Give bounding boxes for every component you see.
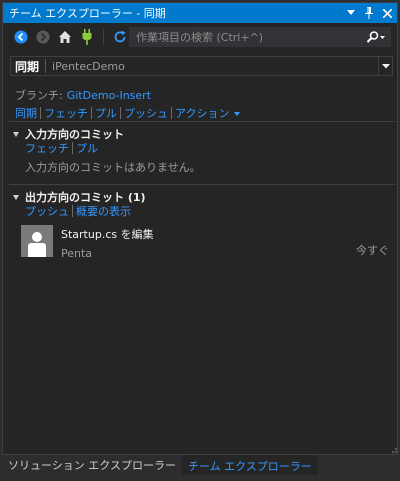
fetch-link[interactable]: フェッチ (44, 105, 88, 121)
search-icon[interactable] (362, 28, 390, 46)
back-icon[interactable] (11, 27, 31, 47)
forward-icon[interactable] (33, 27, 53, 47)
view-summary-link[interactable]: 概要の表示 (76, 203, 131, 219)
section-divider (9, 184, 395, 185)
panel-toolbar (3, 25, 397, 49)
collapse-arrow-icon[interactable] (13, 131, 19, 137)
page-title-separator (45, 59, 47, 73)
commit-message: Startup.cs を編集 (61, 228, 154, 241)
team-explorer-panel: チーム エクスプローラー - 同期 作業項目の検索 (Ctrl+^) 同期 iP… (2, 2, 398, 455)
outgoing-push-link[interactable]: プッシュ (25, 203, 69, 219)
resize-grip-icon[interactable] (388, 444, 398, 454)
incoming-links: フェッチ プル (25, 140, 98, 156)
commit-info: Startup.cs を編集 Penta (61, 225, 393, 261)
branch-link[interactable]: GitDemo-Insert (67, 89, 151, 102)
branch-label: ブランチ: (15, 89, 63, 102)
sync-link[interactable]: 同期 (15, 105, 37, 121)
close-icon[interactable] (379, 5, 395, 21)
toolbar-separator (103, 29, 104, 45)
connect-icon[interactable] (77, 27, 97, 47)
section-divider (9, 121, 395, 122)
incoming-fetch-link[interactable]: フェッチ (25, 140, 69, 156)
link-separator (120, 107, 121, 119)
collapse-arrow-icon[interactable] (13, 194, 19, 200)
page-title: 同期 (15, 59, 40, 74)
panel-titlebar[interactable]: チーム エクスプローラー - 同期 (3, 3, 397, 23)
commit-list-item[interactable]: Startup.cs を編集 Penta 今すぐ (21, 225, 393, 261)
avatar (21, 225, 53, 257)
search-input[interactable] (130, 28, 362, 46)
work-item-search-box (129, 27, 391, 47)
avatar-body (28, 243, 46, 257)
commit-author: Penta (61, 247, 93, 260)
page-selector[interactable]: 同期 iPentecDemo (10, 56, 393, 76)
avatar-head (32, 232, 42, 242)
outgoing-links: プッシュ 概要の表示 (25, 203, 131, 219)
refresh-icon[interactable] (110, 27, 130, 47)
actions-chevron-down-icon[interactable] (234, 112, 241, 116)
pin-icon[interactable] (361, 5, 377, 21)
incoming-pull-link[interactable]: プル (76, 140, 98, 156)
window-position-dropdown-icon[interactable] (343, 5, 359, 21)
link-separator (171, 107, 172, 119)
link-separator (72, 205, 73, 217)
actions-menu-link[interactable]: アクション (175, 105, 229, 121)
tab-team-explorer[interactable]: チーム エクスプローラー (181, 455, 318, 475)
link-separator (91, 107, 92, 119)
tool-window-tabs: ソリューション エクスプローラー チーム エクスプローラー (2, 455, 398, 477)
push-link[interactable]: プッシュ (124, 105, 168, 121)
link-separator (72, 142, 73, 154)
tab-solution-explorer[interactable]: ソリューション エクスプローラー (2, 455, 182, 475)
link-separator (40, 107, 41, 119)
branch-row: ブランチ: GitDemo-Insert (15, 87, 151, 103)
repository-name: iPentecDemo (52, 59, 125, 73)
pull-link[interactable]: プル (95, 105, 117, 121)
home-icon[interactable] (55, 27, 75, 47)
sync-action-links: 同期 フェッチ プル プッシュ アクション (15, 105, 241, 121)
chevron-down-icon[interactable] (378, 57, 392, 75)
commit-time: 今すぐ (356, 244, 389, 257)
panel-title: チーム エクスプローラー - 同期 (9, 7, 166, 20)
incoming-empty-message: 入力方向のコミットはありません。 (25, 161, 201, 174)
